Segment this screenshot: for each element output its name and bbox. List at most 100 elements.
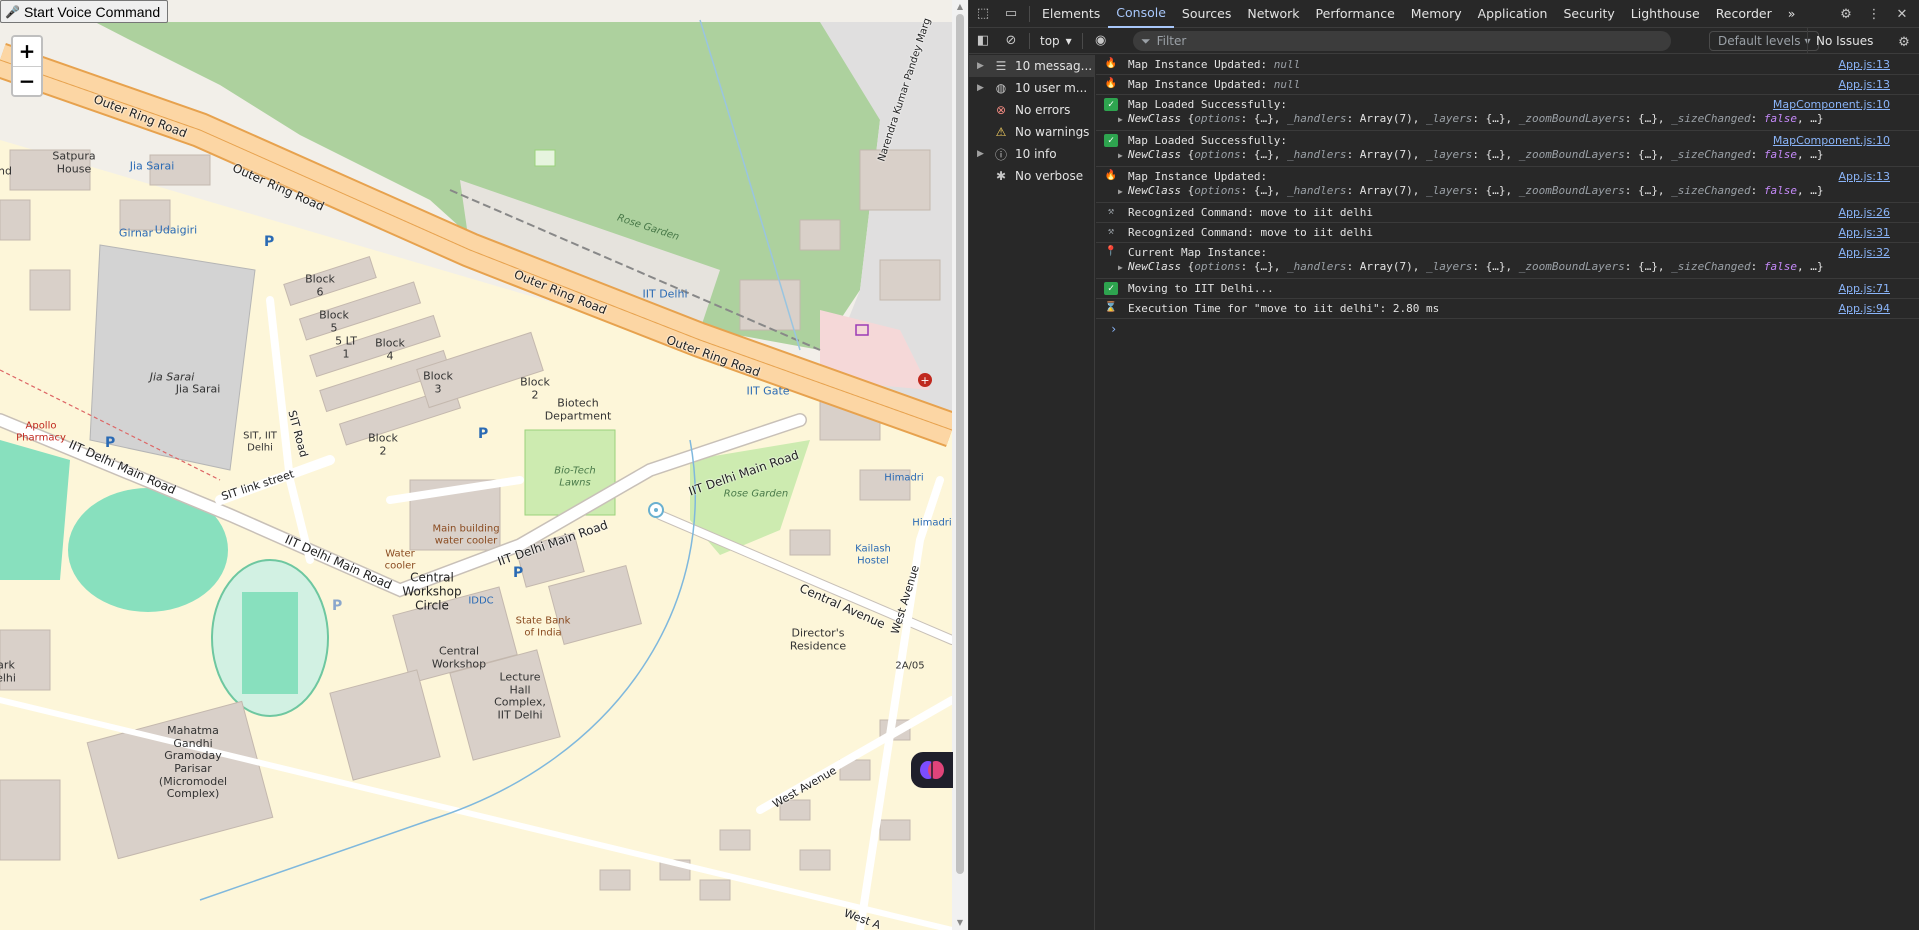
sidebar-filter-item[interactable]: ✱ No verbose bbox=[969, 165, 1094, 187]
more-tabs-button[interactable]: » bbox=[1780, 0, 1804, 28]
object-preview[interactable]: ▶ NewClass {options: {…}, _handlers: Arra… bbox=[1118, 259, 1890, 275]
console-message[interactable]: 🔥 Map Instance Updated: null App.js:13 bbox=[1096, 55, 1919, 75]
object-preview-part: _zoomBoundLayers bbox=[1518, 112, 1625, 125]
hammer-icon: ⚒ bbox=[1107, 206, 1115, 217]
object-preview-part: : bbox=[1750, 184, 1764, 197]
source-link[interactable]: App.js:13 bbox=[1839, 58, 1890, 71]
console-message[interactable]: ✓ Map Loaded Successfully: MapComponent.js… bbox=[1096, 95, 1919, 131]
sidebar-filter-item[interactable]: ⊗ No errors bbox=[969, 99, 1094, 121]
more-options-icon[interactable]: ⋮ bbox=[1860, 0, 1888, 28]
start-voice-command-button[interactable]: 🎤 Start Voice Command bbox=[0, 0, 169, 23]
log-levels-dropdown[interactable]: Default levels ▾ bbox=[1709, 31, 1820, 51]
zoom-in-button[interactable]: + bbox=[13, 37, 41, 66]
object-preview[interactable]: ▶ NewClass {options: {…}, _handlers: Arra… bbox=[1118, 183, 1890, 199]
live-expression-eye-icon[interactable]: ◉ bbox=[1087, 27, 1115, 55]
source-link[interactable]: App.js:31 bbox=[1839, 226, 1890, 239]
source-link[interactable]: App.js:26 bbox=[1839, 206, 1890, 219]
page-scrollbar[interactable]: ▲ ▼ bbox=[952, 0, 968, 930]
expand-triangle-icon[interactable]: ▶ bbox=[977, 149, 987, 159]
tab-elements[interactable]: Elements bbox=[1034, 0, 1108, 28]
devtools-window-controls: ⚙ ⋮ ✕ bbox=[1832, 0, 1916, 28]
scroll-down-arrow-icon[interactable]: ▼ bbox=[952, 916, 968, 930]
clear-console-icon[interactable]: ⊘ bbox=[997, 27, 1025, 55]
sidebar-filter-item[interactable]: ▶ ☰ 10 messag... bbox=[969, 55, 1094, 77]
console-message[interactable]: ⚒ Recognized Command: move to iit delhi Ap… bbox=[1096, 223, 1919, 243]
source-link[interactable]: App.js:13 bbox=[1839, 78, 1890, 91]
devtools-tabs: Elements Console Sources Network Performance… bbox=[1034, 0, 1780, 28]
object-preview-part: false bbox=[1763, 112, 1797, 125]
console-sidebar: ▶ ☰ 10 messag... ▶ ◍ 10 user m... ⊗ No errors ⚠ N… bbox=[969, 55, 1095, 930]
sidebar-filter-item[interactable]: ▶ ◍ 10 user m... bbox=[969, 77, 1094, 99]
tab-network[interactable]: Network bbox=[1239, 0, 1307, 28]
console-message[interactable]: 📍 Current Map Instance: App.js:32 ▶ NewClass… bbox=[1096, 243, 1919, 279]
expand-triangle-icon[interactable]: ▶ bbox=[1118, 260, 1128, 275]
tab-performance[interactable]: Performance bbox=[1308, 0, 1403, 28]
scrollbar-thumb[interactable] bbox=[956, 14, 964, 874]
hammer-icon: ⚒ bbox=[1107, 226, 1115, 237]
sidebar-filter-item[interactable]: ⚠ No warnings bbox=[969, 121, 1094, 143]
tab-sources[interactable]: Sources bbox=[1174, 0, 1239, 28]
expand-triangle-icon[interactable]: ▶ bbox=[1118, 112, 1128, 127]
map-label-sit-iit: SIT, IIT Delhi bbox=[243, 430, 277, 454]
expand-triangle-icon[interactable]: ▶ bbox=[977, 83, 987, 93]
object-preview-part: : {…}, bbox=[1240, 260, 1287, 273]
expand-triangle-icon[interactable]: ▶ bbox=[1118, 184, 1128, 199]
tab-memory[interactable]: Memory bbox=[1403, 0, 1470, 28]
map-label-main-building-cooler: Main building water cooler bbox=[432, 523, 500, 547]
info-icon: ⓘ bbox=[994, 147, 1007, 162]
map-label-udaigiri: Udaigiri bbox=[154, 223, 198, 237]
object-preview[interactable]: ▶ NewClass {options: {…}, _handlers: Arra… bbox=[1118, 147, 1890, 163]
source-link[interactable]: App.js:13 bbox=[1839, 170, 1890, 183]
source-link[interactable]: App.js:71 bbox=[1839, 282, 1890, 295]
object-preview-part: _sizeChanged bbox=[1671, 112, 1751, 125]
close-icon[interactable]: ✕ bbox=[1888, 0, 1916, 28]
map-label-block-6: Block 6 bbox=[305, 272, 335, 298]
device-toolbar-icon[interactable]: ▭ bbox=[997, 0, 1025, 28]
source-link[interactable]: MapComponent.js:10 bbox=[1773, 134, 1890, 147]
expand-triangle-icon[interactable]: ▶ bbox=[1118, 148, 1128, 163]
expand-triangle-icon[interactable]: ▶ bbox=[977, 61, 987, 71]
zoom-out-button[interactable]: − bbox=[13, 66, 41, 95]
console-prompt-input[interactable]: › bbox=[1096, 319, 1919, 339]
source-link[interactable]: App.js:94 bbox=[1839, 302, 1890, 315]
context-selector[interactable]: top ▾ bbox=[1034, 34, 1078, 48]
tab-security[interactable]: Security bbox=[1555, 0, 1622, 28]
map-pane[interactable]: + P P P P P Outer Ring Road Outer Ring R… bbox=[0, 0, 968, 930]
map-label-satpura-house: Satpura House bbox=[52, 149, 96, 175]
source-link[interactable]: App.js:32 bbox=[1839, 246, 1890, 259]
map-label-park-edge: ark elhi bbox=[0, 658, 16, 684]
object-preview[interactable]: ▶ NewClass {options: {…}, _handlers: Arra… bbox=[1118, 111, 1890, 127]
message-text: Moving to IIT Delhi... bbox=[1128, 282, 1274, 295]
inspect-element-icon[interactable]: ⬚ bbox=[969, 0, 997, 28]
toggle-sidebar-icon[interactable]: ◧ bbox=[969, 27, 997, 55]
map-label-iddc: IDDC bbox=[468, 595, 494, 607]
console-message[interactable]: 🔥 Map Instance Updated: null App.js:13 bbox=[1096, 75, 1919, 95]
map-label-iit-delhi: IIT Delhi bbox=[642, 287, 688, 301]
console-message[interactable]: 🔥 Map Instance Updated: App.js:13 ▶ NewClass… bbox=[1096, 167, 1919, 203]
sidebar-filter-item[interactable]: ▶ ⓘ 10 info bbox=[969, 143, 1094, 165]
pitch-west bbox=[0, 440, 70, 580]
zoom-control: + − bbox=[11, 35, 43, 97]
issues-button[interactable]: No Issues bbox=[1807, 28, 1881, 54]
console-message[interactable]: ⌛ Execution Time for "move to iit delhi":… bbox=[1096, 299, 1919, 319]
tab-lighthouse[interactable]: Lighthouse bbox=[1623, 0, 1708, 28]
source-link[interactable]: MapComponent.js:10 bbox=[1773, 98, 1890, 111]
console-settings-gear-icon[interactable]: ⚙ bbox=[1890, 28, 1918, 56]
tab-application[interactable]: Application bbox=[1470, 0, 1556, 28]
svg-text:P: P bbox=[105, 435, 115, 451]
scroll-up-arrow-icon[interactable]: ▲ bbox=[952, 0, 968, 14]
separator bbox=[1081, 32, 1083, 49]
message-text: Map Instance Updated: bbox=[1128, 78, 1274, 91]
console-message[interactable]: ✓ Moving to IIT Delhi... App.js:71 bbox=[1096, 279, 1919, 299]
tab-recorder[interactable]: Recorder bbox=[1708, 0, 1780, 28]
console-message-text: Map Instance Updated: bbox=[1128, 170, 1890, 183]
console-filter-input[interactable]: ⏷ Filter bbox=[1133, 31, 1671, 51]
svg-text:P: P bbox=[332, 598, 342, 614]
tab-console[interactable]: Console bbox=[1108, 0, 1174, 28]
console-message[interactable]: ⚒ Recognized Command: move to iit delhi Ap… bbox=[1096, 203, 1919, 223]
settings-gear-icon[interactable]: ⚙ bbox=[1832, 0, 1860, 28]
object-preview-part: : Array(7), bbox=[1346, 184, 1427, 197]
object-preview-part: : {…}, bbox=[1472, 148, 1519, 161]
console-message[interactable]: ✓ Map Loaded Successfully: MapComponent.js… bbox=[1096, 131, 1919, 167]
extension-floating-button[interactable] bbox=[911, 752, 953, 788]
